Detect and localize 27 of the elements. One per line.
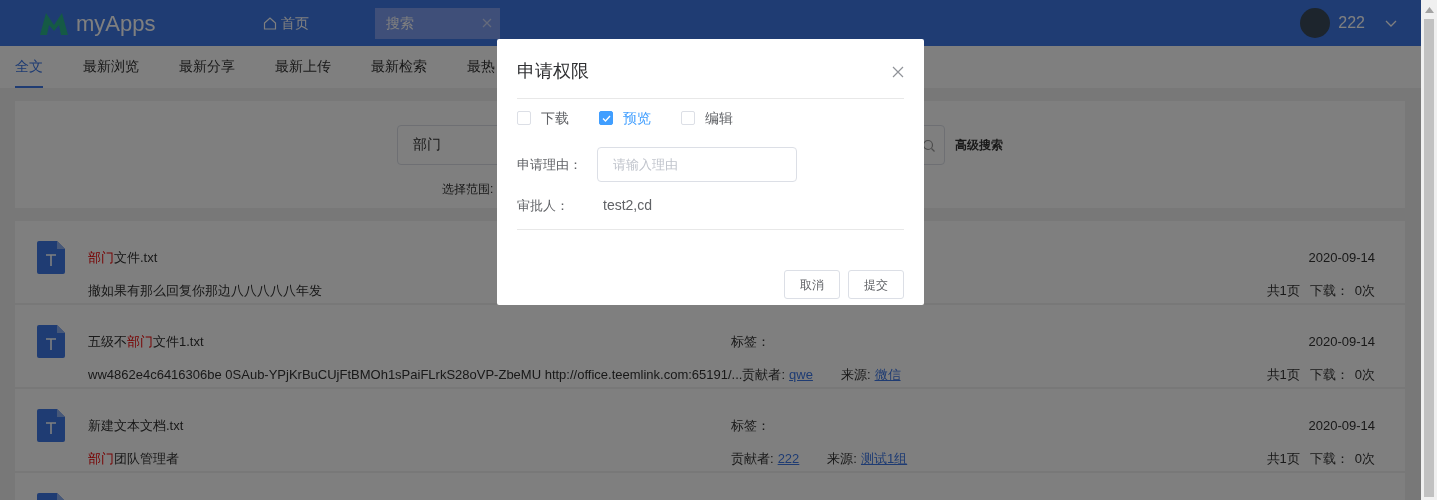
logo-text: myApps — [76, 9, 156, 38]
reason-label: 申请理由： — [517, 155, 583, 174]
approver-value: test2,cd — [603, 196, 653, 215]
downloads-label: 下载： — [1309, 449, 1349, 468]
scope-label: 选择范围: — [442, 182, 494, 196]
date: 2020-09-14 — [1308, 332, 1375, 351]
download-count: 0次 — [1354, 449, 1375, 468]
page-count: 共1页 — [1266, 365, 1300, 384]
download-count: 0次 — [1354, 365, 1375, 384]
contributor-label: 贡献者: — [742, 365, 786, 384]
downloads-label: 下载： — [1309, 365, 1349, 384]
downloads-label: 下载： — [1309, 281, 1349, 300]
download-count: 0次 — [1354, 281, 1375, 300]
source-label: 来源: — [827, 449, 857, 468]
file-description: ww4862e4c6416306be 0SAub-YPjKrBuCUjFtBMOh1sPaiFLrkS28oVP-ZbeMU http://office.teemlink.com:65191/... — [88, 366, 743, 382]
dialog-title: 申请权限 — [517, 60, 589, 83]
approver-label: 审批人： — [517, 196, 570, 215]
date: 2020-09-14 — [1308, 416, 1375, 435]
date: 2020-09-14 — [1308, 248, 1375, 267]
file-description: 撤如果有那么回复你那边八八八八八年发 — [88, 282, 322, 298]
tag-label: 标签： — [731, 332, 770, 351]
contributor-label: 贡献者: — [731, 449, 774, 468]
page-count: 共1页 — [1266, 281, 1300, 300]
tag-label: 标签： — [731, 416, 770, 435]
file-description: 部门团队管理者 — [88, 450, 179, 466]
page-count: 共1页 — [1266, 449, 1300, 468]
source-label: 来源: — [840, 365, 871, 384]
